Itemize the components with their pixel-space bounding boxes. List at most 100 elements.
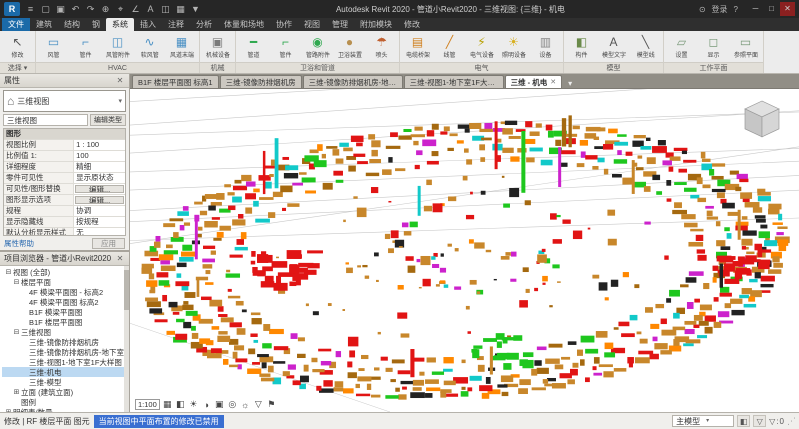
browser-scrollbar[interactable] — [124, 266, 129, 412]
browser-item-14[interactable]: ⊞明细表/数量 — [2, 407, 129, 412]
ribbon-tab-0[interactable]: 文件 — [2, 18, 30, 31]
view-tab-2[interactable]: 三维-镜像防排烟机房-地下室防火分区 — [303, 75, 403, 88]
browser-item-12[interactable]: ⊞立面 (建筑立面) — [2, 387, 129, 397]
ribbon-panel-label-4[interactable]: 电气 — [400, 62, 563, 73]
ribbon-tool-4-3[interactable]: ☀照明设备 — [498, 35, 529, 59]
ribbon-tab-13[interactable]: 修改 — [398, 18, 426, 31]
tree-expand-icon-12[interactable]: ⊞ — [12, 388, 21, 396]
properties-header[interactable]: 属性 ✕ — [0, 74, 129, 88]
qat-button-2[interactable]: ▣ — [54, 4, 67, 15]
ribbon-tool-4-4[interactable]: ▥设备 — [530, 35, 561, 59]
qat-button-4[interactable]: ↷ — [84, 4, 97, 15]
ribbon-tool-3-2[interactable]: ◉管路附件 — [302, 35, 333, 59]
ribbon-tab-10[interactable]: 视图 — [298, 18, 326, 31]
property-value-7[interactable]: 协调 — [74, 206, 125, 216]
ribbon-tool-4-1[interactable]: ╱线管 — [434, 35, 465, 59]
browser-item-8[interactable]: 三维-镜像防排烟机房-地下室防火分区 — [2, 347, 129, 357]
exclude-options-icon[interactable]: ▽ — [753, 415, 766, 427]
ribbon-tool-3-3[interactable]: ●卫浴装置 — [334, 35, 365, 59]
ribbon-tab-8[interactable]: 体量和场地 — [218, 18, 270, 31]
property-row-8[interactable]: 显示隐藏线按规程 — [4, 217, 125, 228]
drawing-canvas[interactable]: 1:100 ▦◧☀◑▣◎☼▽⚑ — [130, 88, 799, 412]
property-row-1[interactable]: 视图比例1 : 100 — [4, 140, 125, 151]
tree-expand-icon-0[interactable]: ⊟ — [4, 268, 13, 276]
browser-header[interactable]: 项目浏览器 - 管道小Revit2020 ✕ — [0, 252, 129, 266]
browser-item-6[interactable]: ⊟三维视图 — [2, 327, 129, 337]
minimize-button[interactable]: ─ — [748, 2, 763, 16]
tree-expand-icon-14[interactable]: ⊞ — [4, 408, 13, 412]
ribbon-tool-1-3[interactable]: ∿软风管 — [134, 35, 165, 59]
browser-item-0[interactable]: ⊟视图 (全部) — [2, 267, 129, 277]
ribbon-tool-5-0[interactable]: ◧构件 — [566, 35, 597, 59]
ribbon-tab-5[interactable]: 插入 — [134, 18, 162, 31]
property-value-6[interactable]: 编辑... — [75, 196, 124, 204]
tab-list-button[interactable]: ▾ — [565, 79, 575, 88]
ribbon-tool-1-2[interactable]: ◫风管附件 — [102, 35, 133, 59]
qat-button-1[interactable]: ▢ — [39, 4, 52, 15]
scale-button[interactable]: 1:100 — [135, 399, 160, 410]
ribbon-tool-3-4[interactable]: ☂喷头 — [366, 35, 397, 59]
qat-button-9[interactable]: ◫ — [159, 4, 172, 15]
ribbon-tab-7[interactable]: 分析 — [190, 18, 218, 31]
workset-dropdown[interactable]: 主模型 ▾ — [672, 415, 734, 427]
ribbon-tab-12[interactable]: 附加模块 — [354, 18, 398, 31]
property-row-5[interactable]: 可见性/图形替换编辑... — [4, 184, 125, 195]
property-row-3[interactable]: 详细程度精细 — [4, 162, 125, 173]
view-control-icon-1[interactable]: ◧ — [175, 399, 186, 410]
qat-button-3[interactable]: ↶ — [69, 4, 82, 15]
browser-item-9[interactable]: 三维-视图1-地下室1F大样图 — [2, 357, 129, 367]
ribbon-tab-2[interactable]: 结构 — [58, 18, 86, 31]
ribbon-panel-label-5[interactable]: 模型 — [564, 62, 663, 73]
editable-only-icon[interactable]: ◧ — [737, 415, 750, 427]
ribbon-tool-5-1[interactable]: A模型文字 — [598, 35, 629, 59]
property-value-2[interactable]: 100 — [74, 151, 125, 161]
tree-expand-icon-6[interactable]: ⊟ — [12, 328, 21, 336]
property-row-9[interactable]: 默认分析显示样式无 — [4, 228, 125, 236]
ribbon-panel-label-6[interactable]: 工作平面 — [664, 62, 763, 73]
ribbon-tab-9[interactable]: 协作 — [270, 18, 298, 31]
browser-item-1[interactable]: ⊟楼层平面 — [2, 277, 129, 287]
property-value-4[interactable]: 显示原状态 — [74, 173, 125, 183]
apply-button[interactable]: 应用 — [92, 238, 125, 249]
help-icon[interactable]: ? — [734, 5, 738, 14]
property-row-7[interactable]: 规程协调 — [4, 206, 125, 217]
ribbon-tool-3-1[interactable]: ⌐管件 — [270, 35, 301, 59]
browser-close-icon[interactable]: ✕ — [115, 254, 125, 263]
view-control-icon-3[interactable]: ◑ — [201, 400, 212, 410]
close-button[interactable]: ✕ — [780, 2, 795, 16]
browser-item-7[interactable]: 三维-镜像防排烟机房 — [2, 337, 129, 347]
ribbon-panel-label-0[interactable]: 选择 ▾ — [0, 62, 35, 73]
view-tab-4[interactable]: 三维 - 机电✕ — [505, 75, 563, 88]
browser-item-5[interactable]: B1F 楼层平面图 — [2, 317, 129, 327]
ribbon-panel-label-1[interactable]: HVAC — [36, 62, 199, 73]
view-control-icon-6[interactable]: ☼ — [240, 400, 251, 410]
ribbon-panel-label-3[interactable]: 卫浴和管道 — [236, 62, 399, 73]
ribbon-tab-1[interactable]: 建筑 — [30, 18, 58, 31]
properties-close-icon[interactable]: ✕ — [115, 76, 125, 85]
property-value-3[interactable]: 精细 — [74, 162, 125, 172]
ribbon-tool-6-2[interactable]: ▭参照平面 — [730, 35, 761, 59]
ribbon-tool-4-0[interactable]: ▤电缆桥架 — [402, 35, 433, 59]
qat-button-11[interactable]: ▼ — [189, 4, 202, 15]
view-control-icon-4[interactable]: ▣ — [214, 399, 225, 410]
type-selector-dropdown-icon[interactable]: ▾ — [118, 97, 122, 105]
tree-expand-icon-1[interactable]: ⊟ — [12, 278, 21, 286]
browser-item-2[interactable]: 4F 模梁平面图 - 标高2 — [2, 287, 129, 297]
view-control-icon-0[interactable]: ▦ — [162, 399, 173, 410]
search-icon[interactable]: ⊙ — [699, 5, 706, 14]
ribbon-tool-1-0[interactable]: ▭风管 — [38, 35, 69, 59]
ribbon-tab-11[interactable]: 管理 — [326, 18, 354, 31]
qat-button-0[interactable]: ≡ — [24, 4, 37, 15]
ribbon-panel-label-2[interactable]: 机械 — [200, 62, 235, 73]
property-value-8[interactable]: 按规程 — [74, 217, 125, 227]
ribbon-tab-3[interactable]: 钢 — [86, 18, 106, 31]
instance-filter[interactable]: 三维视图 — [3, 114, 88, 126]
browser-item-4[interactable]: B1F 模梁平面图 — [2, 307, 129, 317]
property-row-4[interactable]: 零件可见性显示原状态 — [4, 173, 125, 184]
type-selector[interactable]: ⌂ 三维视图 ▾ — [3, 90, 126, 112]
property-value-5[interactable]: 编辑... — [75, 185, 124, 193]
view-control-icon-2[interactable]: ☀ — [188, 399, 199, 410]
selection-filter[interactable]: ▽ : 0 — [769, 417, 784, 426]
properties-help-link[interactable]: 属性帮助 — [4, 238, 92, 249]
ribbon-tool-6-1[interactable]: ◻显示 — [698, 35, 729, 59]
